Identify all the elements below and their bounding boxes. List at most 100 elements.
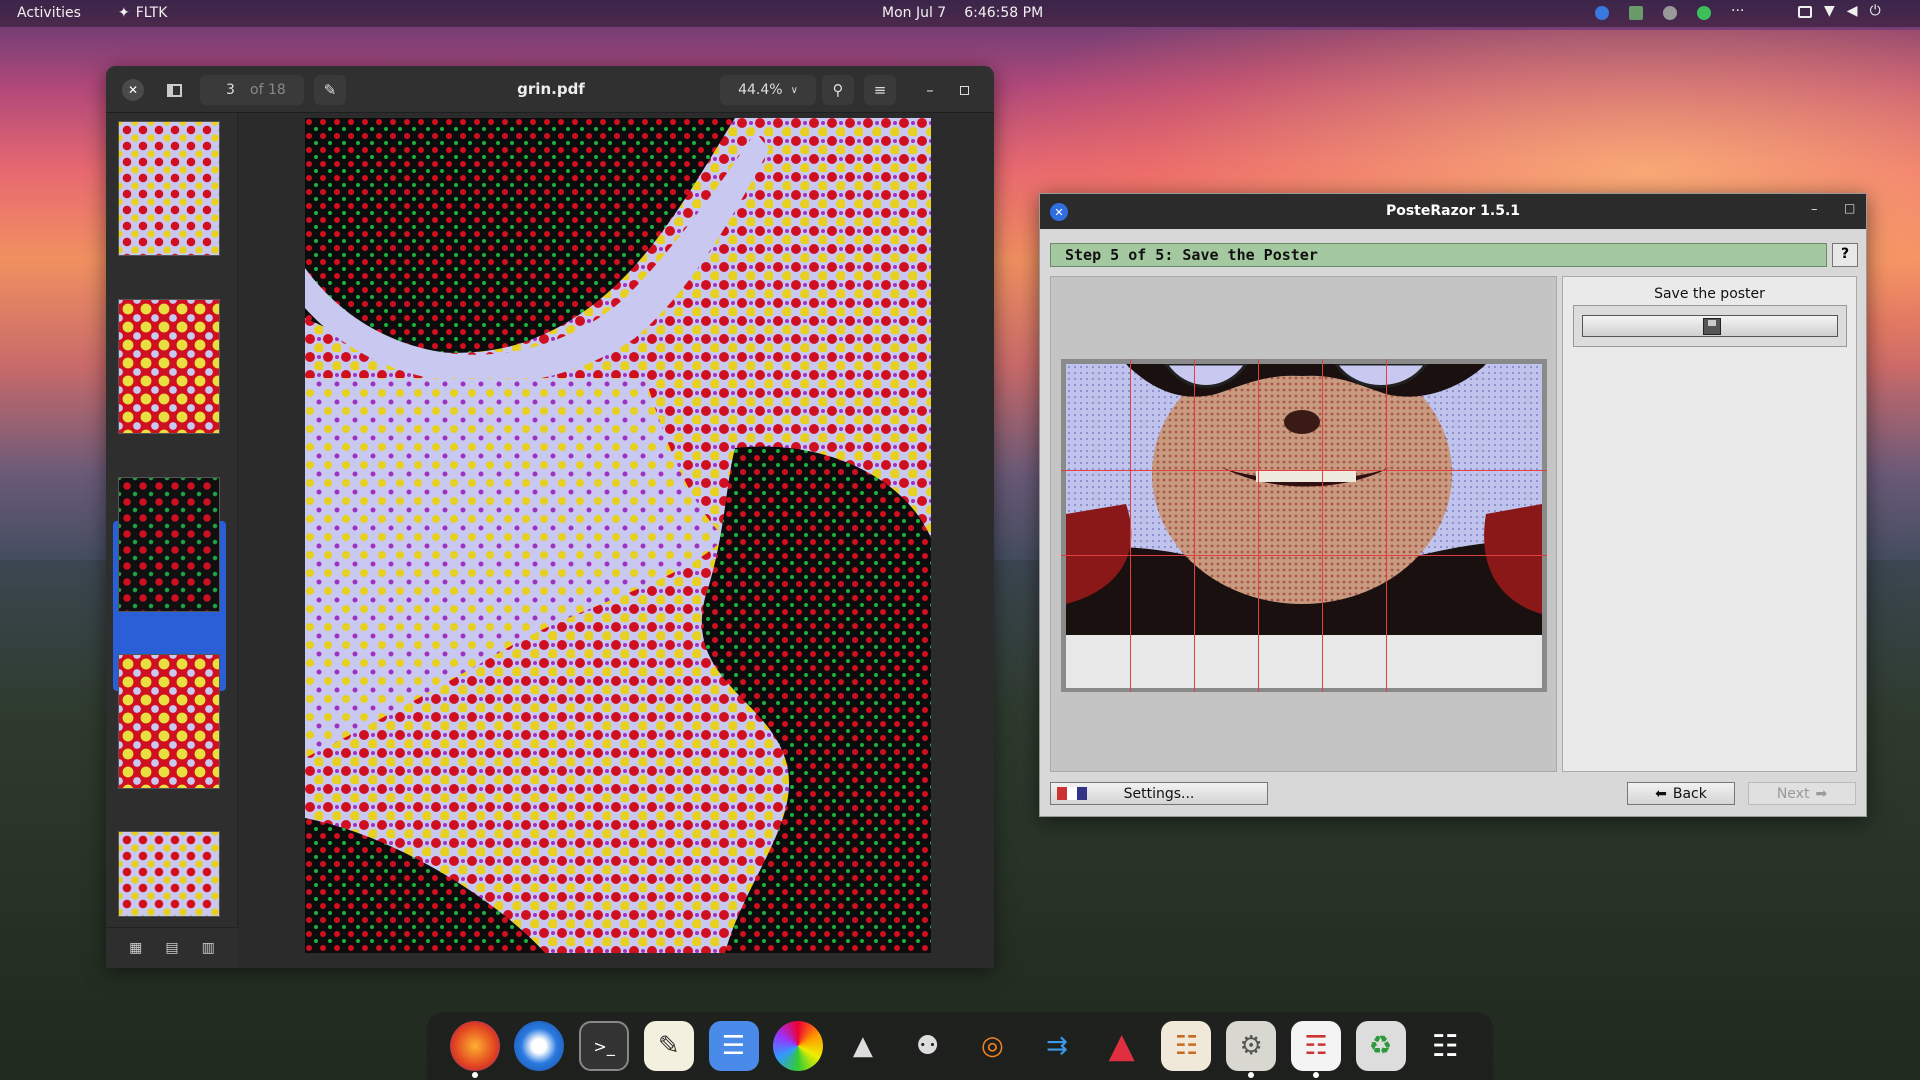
running-indicator: [471, 1072, 478, 1078]
page-image: [305, 118, 931, 953]
sidebar-toggle-button[interactable]: [158, 75, 190, 105]
running-indicator: [1312, 1072, 1319, 1078]
poster-preview: [1061, 359, 1547, 692]
search-button[interactable]: ⚲: [822, 75, 854, 105]
menu-button[interactable]: ≡: [864, 75, 896, 105]
save-group: [1573, 305, 1847, 347]
wifi-icon: ▼: [1824, 3, 1835, 19]
page-cut-line: [1386, 359, 1387, 692]
minimize-button[interactable]: –: [1811, 202, 1818, 217]
save-poster-button[interactable]: [1582, 315, 1838, 337]
vscode-icon[interactable]: ⇉: [1032, 1021, 1082, 1071]
thumbnail-page-5[interactable]: [118, 831, 220, 917]
thumbnail-image: [119, 832, 219, 916]
sync-icon[interactable]: [1663, 6, 1677, 20]
thumbnail-image: [119, 478, 219, 611]
maximize-icon: □: [1844, 201, 1856, 215]
screenshot-icon[interactable]: [1629, 6, 1643, 20]
files-icon[interactable]: ☰: [708, 1021, 759, 1071]
help-button[interactable]: ?: [1832, 243, 1858, 267]
minimize-button[interactable]: –: [918, 75, 942, 105]
page-selector[interactable]: 3 of 18: [200, 75, 304, 105]
app-icon: ✦: [118, 5, 130, 21]
back-button[interactable]: ⬅ Back: [1627, 782, 1735, 805]
save-panel: Save the poster: [1562, 276, 1857, 772]
text-editor-icon[interactable]: ✎: [643, 1021, 694, 1071]
color-picker-icon[interactable]: [773, 1021, 824, 1071]
pdf-header: ✕ 3 of 18 ✎ grin.pdf 44.4% ∨ ⚲ ≡ –: [106, 66, 994, 113]
posterazor-icon[interactable]: ⚙: [1226, 1021, 1277, 1078]
floppy-disk-icon: [1703, 318, 1721, 335]
current-page-input[interactable]: 3: [226, 82, 235, 98]
page-cut-line: [1061, 470, 1547, 471]
blender-icon[interactable]: ◎: [967, 1021, 1017, 1071]
system-tray[interactable]: ▼ ◀ ⏻: [1798, 3, 1881, 19]
maximize-button[interactable]: [952, 75, 976, 105]
app-menu[interactable]: ✦ FLTK: [118, 5, 167, 21]
thumbnails-view-icon[interactable]: ▦: [129, 940, 142, 956]
maximize-button[interactable]: □: [1844, 201, 1855, 215]
inkscape-icon[interactable]: ▲: [838, 1021, 888, 1071]
page-cut-line: [1258, 359, 1259, 692]
top-bar: Activities ✦ FLTK Mon Jul 7 6:46:58 PM ·…: [0, 0, 1920, 27]
window-titlebar: ✕ PosteRazor 1.5.1 – □: [1040, 194, 1866, 229]
window-title: PosteRazor 1.5.1: [1385, 203, 1521, 219]
terminal-icon[interactable]: >_: [579, 1021, 630, 1071]
thumbnail-page-2[interactable]: [118, 299, 220, 434]
zoom-dropdown[interactable]: 44.4% ∨: [720, 75, 816, 105]
volume-icon: ◀: [1846, 3, 1858, 19]
activities-button[interactable]: Activities: [17, 5, 81, 21]
arrow-right-icon: ➡: [1815, 785, 1828, 802]
gimp-icon[interactable]: ⚉: [903, 1021, 953, 1071]
dock: >_ ✎ ☰ ▲ ⚉ ◎ ⇉ ▲ ☷ ⚙ ☶ ♻ ☷: [427, 1012, 1493, 1080]
back-label: Back: [1672, 785, 1707, 802]
document-viewer-icon[interactable]: ☶: [1290, 1021, 1341, 1078]
maximize-icon: [959, 85, 969, 95]
next-label: Next: [1776, 785, 1810, 802]
pencil-icon: ✎: [323, 81, 337, 99]
thumbnail-page-4[interactable]: [118, 654, 220, 789]
clock[interactable]: Mon Jul 7 6:46:58 PM: [882, 5, 1043, 21]
app-grid-icon[interactable]: ☷: [1420, 1021, 1470, 1071]
page-total-label: of 18: [250, 82, 286, 98]
app-name-label: FLTK: [135, 5, 168, 21]
minimize-icon: –: [926, 81, 934, 99]
zoom-value: 44.4%: [738, 82, 783, 98]
thunderbird-icon[interactable]: [514, 1021, 565, 1071]
arrow-left-icon: ⬅: [1655, 785, 1667, 802]
settings-button[interactable]: Settings...: [1050, 782, 1268, 805]
sidebar-footer: ▦ ▤ ▥: [106, 927, 238, 968]
page-cut-line: [1322, 359, 1323, 692]
annotations-view-icon[interactable]: ▤: [165, 940, 178, 956]
save-poster-label: Save the poster: [1654, 286, 1765, 302]
clock-time: 6:46:58 PM: [964, 5, 1044, 21]
close-button[interactable]: ✕: [118, 75, 148, 105]
overflow-icon[interactable]: ···: [1731, 3, 1744, 20]
clock-date: Mon Jul 7: [882, 5, 947, 21]
drop-icon[interactable]: [1595, 6, 1609, 20]
next-button[interactable]: Next ➡: [1748, 782, 1856, 805]
thumbnail-page-1[interactable]: [118, 121, 220, 256]
flag-icon: [1057, 787, 1087, 800]
thumbnail-image: [119, 122, 219, 255]
thumbnail-sidebar: 1 2 3 4 ▦ ▤ ▥: [106, 113, 238, 968]
page-cut-line: [1130, 359, 1131, 692]
firefox-icon[interactable]: [449, 1021, 500, 1078]
bookmarks-view-icon[interactable]: ▥: [202, 940, 215, 956]
page-cut-line: [1061, 555, 1547, 556]
annotate-button[interactable]: ✎: [314, 75, 346, 105]
sidebar-icon: [166, 83, 182, 97]
tray-extensions: ···: [1595, 3, 1744, 20]
step-title: Step 5 of 5: Save the Poster: [1050, 243, 1827, 267]
document-scanner-icon[interactable]: ☷: [1161, 1021, 1212, 1071]
poster-image: [1066, 364, 1542, 635]
close-icon: ✕: [122, 79, 144, 101]
thumbnail-page-3[interactable]: [118, 477, 220, 612]
check-icon[interactable]: [1697, 6, 1711, 20]
trash-icon[interactable]: ♻: [1355, 1021, 1406, 1071]
arch-icon[interactable]: ▲: [1097, 1021, 1147, 1071]
settings-label: Settings...: [1123, 785, 1195, 802]
minimize-icon: –: [1811, 202, 1818, 217]
poster-blank-area: [1066, 635, 1542, 688]
document-page[interactable]: [305, 118, 931, 953]
